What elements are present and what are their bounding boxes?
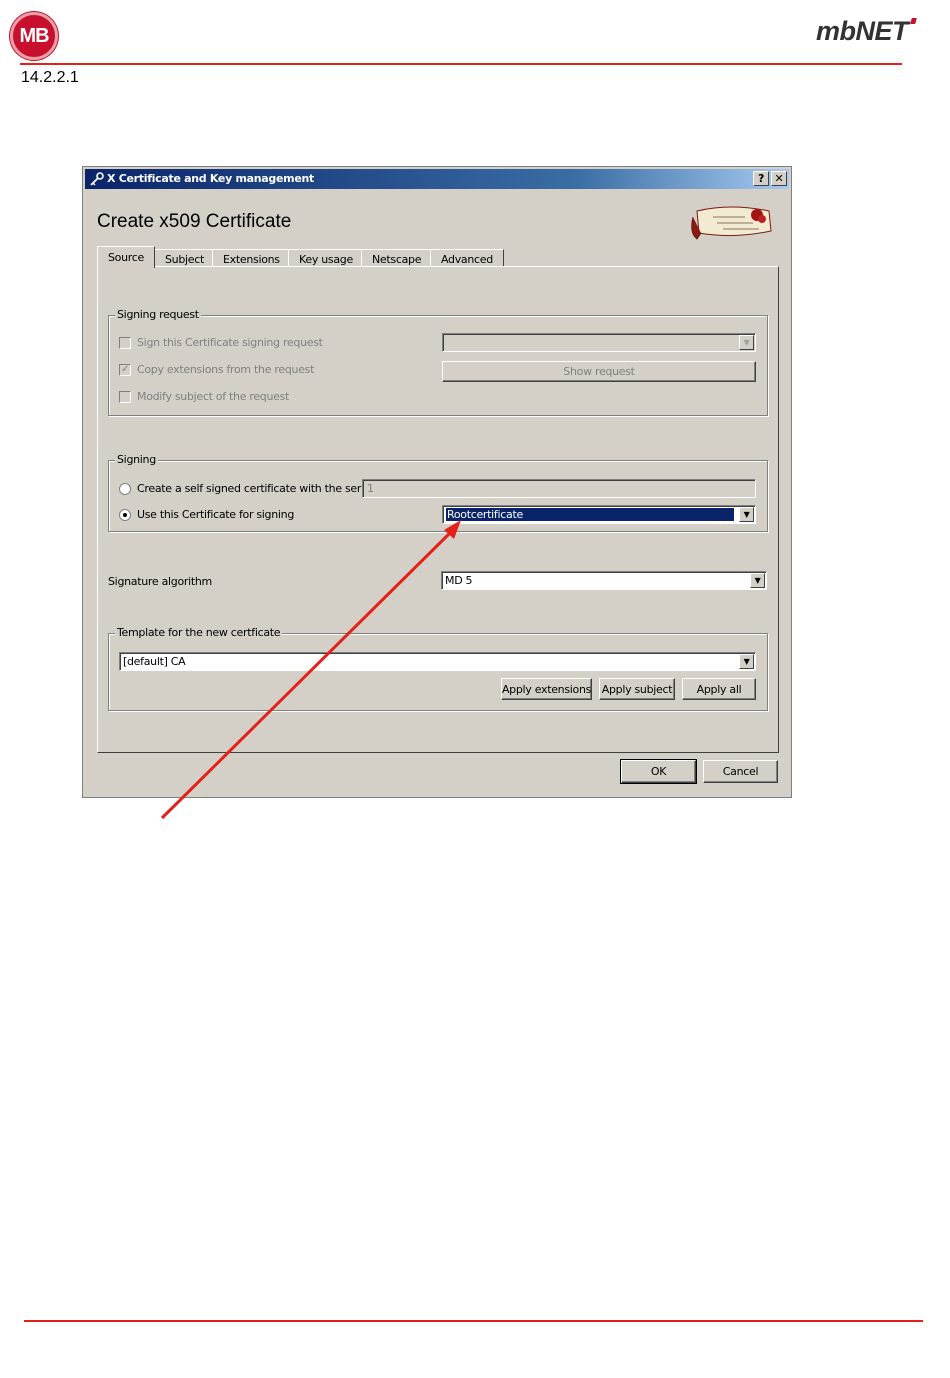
close-button[interactable]: ✕ — [771, 171, 787, 186]
self-signed-radio[interactable]: Create a self signed certificate with th… — [119, 482, 373, 495]
chevron-down-icon[interactable]: ▼ — [750, 573, 765, 588]
title-bar[interactable]: X Certificate and Key management ? ✕ — [85, 169, 789, 189]
certificate-dialog: X Certificate and Key management ? ✕ Cre… — [82, 166, 792, 798]
template-select[interactable]: [default] CA ▼ — [119, 652, 756, 671]
section-number: 14.2.2.1 — [21, 69, 79, 86]
tab-subject[interactable]: Subject — [154, 249, 216, 267]
signing-request-group: Signing request Sign this Certificate si… — [108, 308, 768, 416]
tab-key-usage[interactable]: Key usage — [288, 249, 364, 267]
dialog-heading: Create x509 Certificate — [97, 211, 292, 232]
mb-logo: MB — [10, 12, 58, 60]
show-request-button[interactable]: Show request — [442, 361, 756, 382]
tab-netscape[interactable]: Netscape — [361, 249, 433, 267]
cancel-button[interactable]: Cancel — [703, 760, 778, 783]
signing-group: Signing Create a self signed certificate… — [108, 453, 768, 532]
signing-cert-select[interactable]: Rootcertificate ▼ — [442, 505, 756, 524]
request-select[interactable]: ▼ — [442, 333, 756, 352]
copy-extensions-box[interactable]: ✓ — [119, 363, 131, 376]
use-cert-radio[interactable]: Use this Certificate for signing — [119, 508, 294, 521]
copy-extensions-checkbox[interactable]: ✓ Copy extensions from the request — [119, 363, 314, 376]
chevron-down-icon[interactable]: ▼ — [739, 654, 754, 669]
signature-algorithm-select[interactable]: MD 5 ▼ — [441, 571, 767, 590]
help-button[interactable]: ? — [753, 171, 769, 186]
chevron-down-icon[interactable]: ▼ — [739, 507, 754, 522]
self-signed-radio-circle[interactable] — [119, 482, 131, 495]
scroll-emblem-icon — [691, 206, 772, 240]
signature-algorithm-label: Signature algorithm — [108, 575, 212, 588]
template-legend: Template for the new certficate — [115, 626, 283, 639]
sign-csr-box[interactable] — [119, 336, 131, 349]
footer-rule — [24, 1320, 923, 1322]
window-title: X Certificate and Key management — [107, 172, 314, 185]
signing-legend: Signing — [115, 453, 158, 466]
serial-input[interactable]: 1 — [362, 479, 756, 498]
apply-extensions-button[interactable]: Apply extensions — [501, 678, 592, 700]
template-group: Template for the new certficate [default… — [108, 626, 768, 711]
apply-all-button[interactable]: Apply all — [682, 678, 756, 700]
self-signed-label: Create a self signed certificate with th… — [137, 482, 374, 495]
sign-csr-label: Sign this Certificate signing request — [137, 336, 323, 349]
apply-subject-button[interactable]: Apply subject — [599, 678, 675, 700]
chevron-down-icon[interactable]: ▼ — [739, 335, 754, 350]
modify-subject-box[interactable] — [119, 390, 131, 403]
tab-extensions[interactable]: Extensions — [212, 249, 291, 267]
tab-source[interactable]: Source — [97, 246, 155, 268]
key-icon — [90, 172, 104, 186]
ok-button[interactable]: OK — [620, 759, 697, 784]
use-cert-label: Use this Certificate for signing — [137, 508, 295, 521]
use-cert-radio-circle[interactable] — [119, 508, 131, 521]
header-rule — [20, 63, 902, 65]
source-tab-panel: Signing request Sign this Certificate si… — [97, 266, 779, 753]
tab-advanced[interactable]: Advanced — [430, 249, 504, 267]
copy-extensions-label: Copy extensions from the request — [137, 363, 315, 376]
mbnet-logo: mbNET — [816, 16, 917, 47]
modify-subject-checkbox[interactable]: Modify subject of the request — [119, 390, 289, 403]
signing-request-legend: Signing request — [115, 308, 201, 321]
modify-subject-label: Modify subject of the request — [137, 390, 290, 403]
sign-csr-checkbox[interactable]: Sign this Certificate signing request — [119, 336, 323, 349]
